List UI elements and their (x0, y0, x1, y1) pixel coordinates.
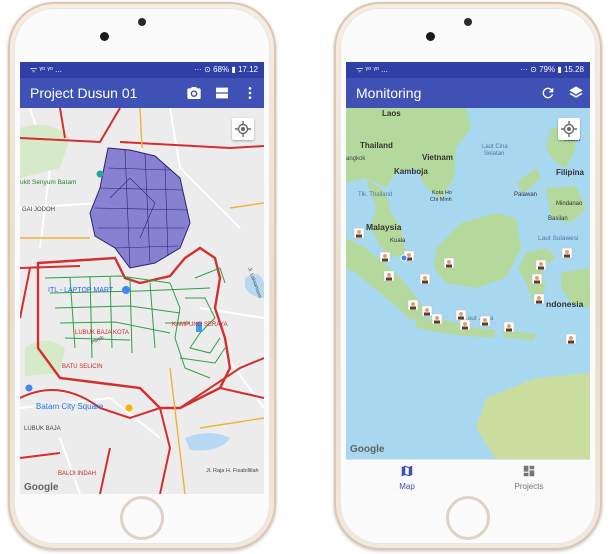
nav-item-projects[interactable]: Projects (468, 460, 590, 494)
person-marker-icon[interactable] (561, 247, 573, 259)
app-title: Monitoring (356, 85, 422, 101)
current-location-dot (400, 254, 408, 262)
my-location-icon (561, 121, 577, 137)
phone-speaker (138, 18, 146, 26)
map-label: GAI JODOH (22, 207, 55, 213)
google-logo: Google (24, 482, 59, 493)
map-label: Laut Cina (482, 144, 508, 150)
map-label: BATU SELICIN (62, 364, 103, 370)
screen-monitoring: ᯤ ᵞᵒ ᵞᵒ ... ··· ⊙ 79% ▮ 15.28 Monitoring (346, 62, 590, 494)
person-marker-icon[interactable] (535, 259, 547, 271)
layers-icon[interactable] (568, 85, 584, 101)
person-marker-icon[interactable] (379, 251, 391, 263)
map-label: KAMPUNG SERAYA (172, 322, 227, 328)
map-label: Basilan (548, 216, 568, 222)
nav-item-map[interactable]: Map (346, 460, 468, 494)
home-button[interactable] (120, 496, 164, 540)
monitoring-map[interactable]: Laos Thailand angkok Vietnam Laut Cina S… (346, 108, 590, 460)
person-marker-icon[interactable] (431, 313, 443, 325)
status-bar: ᯤ ᵞᵒ ᵞᵒ ... ··· ⊙ 68% ▮ 17.12 (20, 62, 264, 78)
map-label: ITL - LAPTOP MART (48, 287, 114, 294)
map-label: ukit Senyum Batam (20, 179, 76, 186)
map-label: LUBUK BAJA (24, 426, 61, 432)
person-marker-icon[interactable] (407, 299, 419, 311)
phone-frame-right: ᯤ ᵞᵒ ᵞᵒ ... ··· ⊙ 79% ▮ 15.28 Monitoring (334, 2, 602, 550)
map-label: Kota Ho (432, 190, 452, 196)
my-location-button[interactable] (232, 118, 254, 140)
nav-label: Map (399, 482, 415, 491)
app-bar: Project Dusun 01 (20, 78, 264, 108)
refresh-icon[interactable] (540, 85, 556, 101)
map-label: Jl. Raja H. Fisabillilah (206, 468, 259, 474)
person-marker-icon[interactable] (565, 333, 577, 345)
map-label: Thailand (360, 141, 393, 150)
place-pin[interactable] (25, 384, 33, 392)
my-location-icon (235, 121, 251, 137)
place-pin[interactable] (125, 404, 133, 412)
nav-label: Projects (514, 482, 544, 491)
google-logo: Google (350, 444, 385, 455)
phone-camera (426, 32, 435, 41)
map-label: BALOI INDAH (58, 471, 96, 477)
camera-icon[interactable] (186, 85, 202, 101)
place-pin[interactable] (96, 170, 104, 178)
map-label: Filipina (556, 168, 585, 177)
view-agenda-icon[interactable] (214, 85, 230, 101)
place-pin[interactable] (122, 286, 130, 294)
status-battery-time: ··· ⊙ 68% ▮ 17.12 (193, 65, 258, 74)
map-label: Vietnam (422, 153, 453, 162)
map-label: Tlk. Thailand (358, 192, 392, 198)
map-label: angkok (346, 156, 366, 162)
person-marker-icon[interactable] (383, 270, 395, 282)
project-map[interactable]: ukit Senyum Batam GAI JODOH ITL - LAPTOP… (20, 108, 264, 494)
person-marker-icon[interactable] (443, 257, 455, 269)
person-marker-icon[interactable] (421, 305, 433, 317)
my-location-button[interactable] (558, 118, 580, 140)
map-label: Chi Minh (430, 197, 452, 203)
map-label: Palawan (514, 192, 537, 198)
status-bar: ᯤ ᵞᵒ ᵞᵒ ... ··· ⊙ 79% ▮ 15.28 (346, 62, 590, 78)
person-marker-icon[interactable] (459, 319, 471, 331)
map-icon (401, 465, 413, 477)
person-marker-icon[interactable] (531, 273, 543, 285)
status-battery-time: ··· ⊙ 79% ▮ 15.28 (519, 65, 584, 74)
map-label: Batam City Square (36, 402, 104, 411)
person-marker-icon[interactable] (353, 227, 365, 239)
map-label: Laut Sulawesi (538, 235, 578, 242)
status-signal: ᯤ ᵞᵒ ᵞᵒ ... (30, 65, 62, 74)
app-title: Project Dusun 01 (30, 85, 138, 101)
bottom-navigation: Map Projects (346, 459, 590, 494)
app-bar: Monitoring (346, 78, 590, 108)
person-marker-icon[interactable] (503, 321, 515, 333)
status-signal: ᯤ ᵞᵒ ᵞᵒ ... (356, 65, 388, 74)
person-marker-icon[interactable] (455, 309, 467, 321)
more-vert-icon[interactable] (242, 85, 258, 101)
phone-frame-left: ᯤ ᵞᵒ ᵞᵒ ... ··· ⊙ 68% ▮ 17.12 Project Du… (8, 2, 276, 550)
home-button[interactable] (446, 496, 490, 540)
map-label: Mindanao (556, 201, 583, 207)
phone-camera (100, 32, 109, 41)
map-label: Malaysia (366, 222, 402, 232)
map-label: Kamboja (394, 167, 428, 176)
phone-speaker (464, 18, 472, 26)
map-label: ndonesia (546, 299, 584, 309)
person-marker-icon[interactable] (533, 293, 545, 305)
person-marker-icon[interactable] (479, 315, 491, 327)
dashboard-icon (523, 465, 535, 477)
map-label: Laos (382, 109, 401, 118)
person-marker-icon[interactable] (419, 273, 431, 285)
map-label: Kuala (390, 238, 406, 244)
map-label: Selatan (484, 151, 504, 157)
screen-project: ᯤ ᵞᵒ ᵞᵒ ... ··· ⊙ 68% ▮ 17.12 Project Du… (20, 62, 264, 494)
